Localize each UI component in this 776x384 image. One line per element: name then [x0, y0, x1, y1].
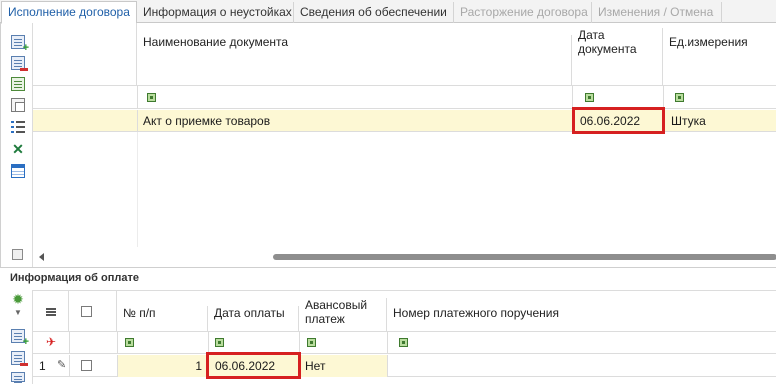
chevron-down-icon[interactable]: ▼ — [14, 309, 22, 317]
row-select-checkbox[interactable] — [81, 360, 92, 371]
table-row[interactable]: 1 ✎ 1 06.06.2022 Нет — [33, 355, 776, 377]
column-divider — [69, 332, 70, 354]
column-divider — [69, 355, 70, 377]
highlight-document-date — [572, 107, 665, 134]
cell-advance[interactable]: Нет — [299, 356, 331, 376]
column-header-unit[interactable]: Ед.измерения — [663, 35, 776, 86]
excel-export-icon[interactable]: ✕ — [11, 142, 25, 156]
payment-filter-row: ✈ — [33, 332, 776, 354]
insert-row-icon[interactable] — [11, 77, 25, 91]
row-menu-header[interactable] — [33, 291, 69, 332]
documents-filter-row — [33, 86, 776, 109]
settings-gear-icon[interactable]: ✹ — [11, 292, 25, 306]
payment-section-title: Информация об оплате — [10, 272, 139, 284]
column-header-advance-line2: платеж — [305, 312, 345, 326]
payment-grid-header: № п/п Дата оплаты Авансовый платеж Номер… — [33, 290, 776, 332]
column-header-document-date-line1: Дата — [578, 28, 605, 42]
column-divider — [137, 132, 138, 247]
add-row-icon[interactable] — [11, 35, 29, 53]
column-header-payment-date[interactable]: Дата оплаты — [208, 306, 299, 332]
tab-penalties-info[interactable]: Информация о неустойках — [137, 2, 294, 23]
column-divider — [137, 86, 138, 109]
delete-row-icon[interactable] — [11, 351, 28, 366]
payment-grid: № п/п Дата оплаты Авансовый платеж Номер… — [32, 290, 776, 384]
cell-document-name[interactable]: Акт о приемке товаров — [137, 111, 276, 131]
more-icon[interactable] — [11, 372, 25, 382]
column-chooser-icon[interactable] — [12, 249, 23, 260]
copy-icon[interactable] — [11, 98, 25, 112]
menu-icon[interactable] — [46, 308, 56, 310]
cell-unit[interactable]: Штука — [665, 111, 712, 131]
edit-pencil-icon[interactable]: ✎ — [57, 360, 66, 371]
column-divider — [387, 355, 388, 377]
documents-toolbar: ✕ — [0, 23, 32, 267]
select-all-checkbox[interactable] — [81, 306, 92, 317]
column-divider — [208, 332, 209, 354]
column-divider — [387, 332, 388, 354]
documents-grid: Наименование документа Дата документа Ед… — [32, 23, 776, 267]
scroll-left-arrow-icon[interactable] — [39, 253, 44, 261]
filter-icon-advance[interactable] — [307, 338, 316, 347]
column-header-document-date[interactable]: Дата документа — [572, 28, 663, 86]
tab-contract-execution[interactable]: Исполнение договора — [1, 1, 137, 24]
filter-icon-row-number[interactable] — [125, 338, 134, 347]
column-header-row-number[interactable]: № п/п — [117, 306, 208, 332]
column-divider — [299, 332, 300, 354]
column-header-advance[interactable]: Авансовый платеж — [299, 298, 387, 332]
column-header-document-name[interactable]: Наименование документа — [137, 35, 572, 86]
select-all-header[interactable] — [69, 291, 117, 332]
scrollbar-thumb[interactable] — [273, 254, 776, 260]
column-header-payment-order[interactable]: Номер платежного поручения — [387, 306, 776, 332]
filter-icon-unit[interactable] — [675, 93, 684, 102]
horizontal-scrollbar[interactable] — [33, 249, 776, 265]
row-indicator-header — [33, 23, 137, 86]
tab-contract-termination: Расторжение договора — [454, 2, 592, 23]
payment-toolbar: ✹ ▼ — [0, 290, 32, 384]
delete-row-icon[interactable] — [11, 56, 28, 71]
documents-grid-header: Наименование документа Дата документа Ед… — [33, 23, 776, 86]
column-divider — [572, 86, 573, 109]
list-settings-icon[interactable] — [11, 120, 25, 134]
column-divider — [663, 86, 664, 109]
clear-filter-pin-icon[interactable]: ✈ — [46, 336, 56, 348]
cell-row-number[interactable]: 1 — [117, 356, 208, 376]
filter-icon-payment-order[interactable] — [399, 338, 408, 347]
filter-icon-payment-date[interactable] — [215, 338, 224, 347]
table-settings-icon[interactable] — [11, 164, 25, 178]
filter-icon-document-date[interactable] — [585, 93, 594, 102]
column-divider — [117, 332, 118, 354]
filter-icon-document-name[interactable] — [147, 93, 156, 102]
tab-changes-cancel: Изменения / Отмена — [592, 2, 722, 23]
add-row-icon[interactable] — [11, 329, 29, 347]
cell-row-index: 1 — [39, 359, 46, 373]
tab-bar: Исполнение договора Информация о неустой… — [0, 0, 776, 24]
column-header-document-date-line2: документа — [578, 42, 637, 56]
tab-security-info[interactable]: Сведения об обеспечении — [294, 2, 454, 23]
column-header-advance-line1: Авансовый — [305, 298, 368, 312]
highlight-payment-date — [206, 352, 301, 379]
